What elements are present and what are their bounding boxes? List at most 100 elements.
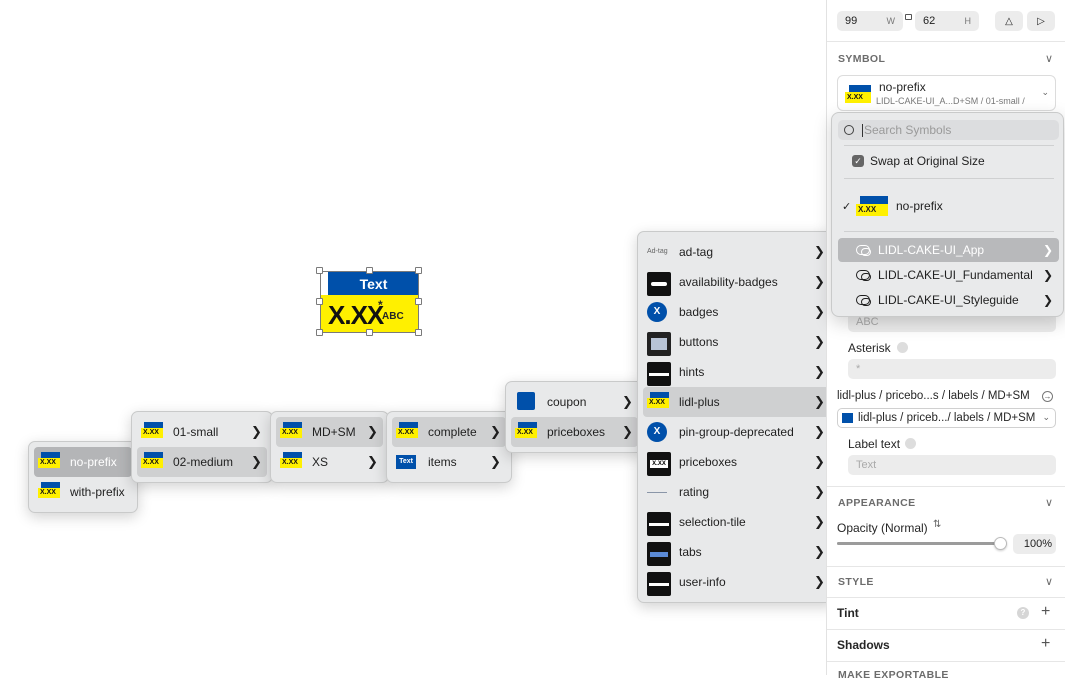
help-icon[interactable]: ? <box>1017 607 1029 619</box>
symbol-thumb-icon: X.XX <box>396 422 420 442</box>
menu-item-xs[interactable]: X.XX XS ❯ <box>276 447 383 477</box>
menu-item-priceboxes[interactable]: X.XX priceboxes ❯ <box>643 447 830 477</box>
current-symbol-item[interactable]: ✓ X.XX no-prefix <box>838 193 1059 219</box>
search-icon <box>844 125 854 135</box>
price-tag-artwork[interactable]: Text X.XX * ABC <box>320 271 419 333</box>
chevron-right-icon: ❯ <box>251 424 262 439</box>
chevron-right-icon: ❯ <box>490 454 501 469</box>
coupon-icon <box>515 392 539 412</box>
menu-item-priceboxes[interactable]: X.XX priceboxes ❯ <box>511 417 638 447</box>
button-thumb-icon <box>647 332 671 356</box>
menu-level-1: X.XX 01-small ❯ X.XX 02-medium ❯ <box>131 411 273 483</box>
label-text-label: Label text <box>848 437 901 451</box>
checkmark-icon: ✓ <box>842 200 852 213</box>
menu-item-buttons[interactable]: buttons ❯ <box>643 327 830 357</box>
divider <box>844 145 1054 146</box>
checkbox-checked-icon: ✓ <box>852 155 864 167</box>
chevron-right-icon: ❯ <box>814 334 825 349</box>
chevron-right-icon: ❯ <box>251 454 262 469</box>
chevron-down-icon[interactable]: ∨ <box>1045 496 1053 509</box>
artwork-text-banner: Text <box>328 271 419 295</box>
arrow-right-icon[interactable]: → <box>1042 391 1053 402</box>
override-symbol-select[interactable]: lidl-plus / priceb.../ labels / MD+SM ⌄ <box>837 408 1056 428</box>
menu-item-user-info[interactable]: user-info ❯ <box>643 567 830 597</box>
asterisk-field[interactable]: * <box>848 359 1056 379</box>
library-item-app[interactable]: LIDL-CAKE-UI_App ❯ <box>838 238 1059 262</box>
library-link-icon <box>856 270 871 281</box>
artwork-suffix: ABC <box>382 311 404 322</box>
menu-item-01-small[interactable]: X.XX 01-small ❯ <box>137 417 267 447</box>
opacity-slider[interactable] <box>837 537 1007 550</box>
chevron-right-icon: ❯ <box>814 454 825 469</box>
menu-item-complete[interactable]: X.XX complete ❯ <box>392 417 506 447</box>
height-field[interactable]: 62 H <box>915 11 979 31</box>
menu-item-coupon[interactable]: coupon ❯ <box>511 387 638 417</box>
menu-item-ad-tag[interactable]: Ad-tag ad-tag ❯ <box>643 237 830 267</box>
chevron-right-icon: ❯ <box>814 424 825 439</box>
menu-item-badges[interactable]: X badges ❯ <box>643 297 830 327</box>
selection-tile-icon <box>647 512 671 536</box>
menu-item-availability-badges[interactable]: availability-badges ❯ <box>643 267 830 297</box>
symbol-preview-icon: X.XX <box>845 85 871 103</box>
resize-handle-br[interactable] <box>415 329 422 336</box>
chevron-right-icon: ❯ <box>814 394 825 409</box>
symbol-thumb-icon: X.XX <box>647 392 671 412</box>
opacity-slider-knob[interactable] <box>994 537 1007 550</box>
menu-item-selection-tile[interactable]: selection-tile ❯ <box>643 507 830 537</box>
add-tint-icon[interactable]: + <box>1041 603 1050 621</box>
menu-item-with-prefix[interactable]: X.XX with-prefix <box>34 477 132 507</box>
symbol-thumb-icon: X.XX <box>280 452 304 472</box>
swap-original-size-checkbox[interactable]: ✓ Swap at Original Size <box>838 149 1059 173</box>
resize-handle-bc[interactable] <box>366 329 373 336</box>
menu-level-2: X.XX MD+SM ❯ X.XX XS ❯ <box>270 411 389 483</box>
menu-item-pin-group-deprecated[interactable]: X pin-group-deprecated ❯ <box>643 417 830 447</box>
chevron-down-icon[interactable]: ∨ <box>1045 52 1053 65</box>
chevron-right-icon: ❯ <box>1042 268 1053 282</box>
menu-item-tabs[interactable]: tabs ❯ <box>643 537 830 567</box>
hint-thumb-icon <box>647 362 671 386</box>
symbol-thumb-icon: X.XX <box>515 422 539 442</box>
pricebox-thumb-icon: X.XX <box>647 452 671 476</box>
symbol-path: LIDL-CAKE-UI_A...D+SM / 01-small / <box>876 96 1025 106</box>
appearance-section-title: APPEARANCE <box>838 497 916 509</box>
menu-item-md-sm[interactable]: X.XX MD+SM ❯ <box>276 417 383 447</box>
make-exportable-title: MAKE EXPORTABLE <box>838 669 949 681</box>
menu-item-lidl-plus[interactable]: X.XX lidl-plus ❯ <box>643 387 830 417</box>
symbol-thumb-icon: X.XX <box>38 452 62 472</box>
label-text-field[interactable]: Text <box>848 455 1056 475</box>
menu-item-02-medium[interactable]: X.XX 02-medium ❯ <box>137 447 267 477</box>
override-icon <box>905 438 916 449</box>
menu-item-rating[interactable]: rating ❯ <box>643 477 830 507</box>
chevron-right-icon: ❯ <box>814 364 825 379</box>
resize-handle-bl[interactable] <box>316 329 323 336</box>
chevron-right-icon: ❯ <box>622 394 633 409</box>
add-shadow-icon[interactable]: + <box>1041 635 1050 653</box>
artwork-asterisk: * <box>378 298 383 312</box>
flip-horizontal-button[interactable]: △ <box>995 11 1023 31</box>
chevron-right-icon: ❯ <box>367 454 378 469</box>
menu-item-items[interactable]: Text items ❯ <box>392 447 506 477</box>
library-item-styleguide[interactable]: LIDL-CAKE-UI_Styleguide ❯ <box>838 288 1059 312</box>
width-field[interactable]: 99 W <box>837 11 903 31</box>
symbol-picker[interactable]: X.XX no-prefix LIDL-CAKE-UI_A...D+SM / 0… <box>837 75 1056 111</box>
resize-handle-tc[interactable] <box>366 267 373 274</box>
opacity-field[interactable]: 100% <box>1013 534 1056 554</box>
resize-handle-tl[interactable] <box>316 267 323 274</box>
menu-item-no-prefix[interactable]: X.XX no-prefix <box>34 447 132 477</box>
resize-handle-ml[interactable] <box>316 298 323 305</box>
tabs-thumb-icon <box>647 542 671 566</box>
lock-icon[interactable] <box>905 14 912 20</box>
chevron-right-icon: ❯ <box>814 574 825 589</box>
chevron-right-icon: ❯ <box>814 244 825 259</box>
menu-item-hints[interactable]: hints ❯ <box>643 357 830 387</box>
inspector-panel: 99 W 62 H △ ▷ SYMBOL ∨ X.XX no-prefix LI… <box>826 0 1065 681</box>
library-item-fundamental[interactable]: LIDL-CAKE-UI_Fundamental ❯ <box>838 263 1059 287</box>
resize-handle-mr[interactable] <box>415 298 422 305</box>
flip-vertical-button[interactable]: ▷ <box>1027 11 1055 31</box>
symbol-name: no-prefix <box>879 80 926 94</box>
chevron-down-icon[interactable]: ∨ <box>1045 575 1053 588</box>
symbol-section-title: SYMBOL <box>838 53 886 65</box>
resize-handle-tr[interactable] <box>415 267 422 274</box>
search-symbols-input[interactable]: Search Symbols <box>838 120 1059 140</box>
opacity-label[interactable]: Opacity (Normal) <box>837 521 928 535</box>
